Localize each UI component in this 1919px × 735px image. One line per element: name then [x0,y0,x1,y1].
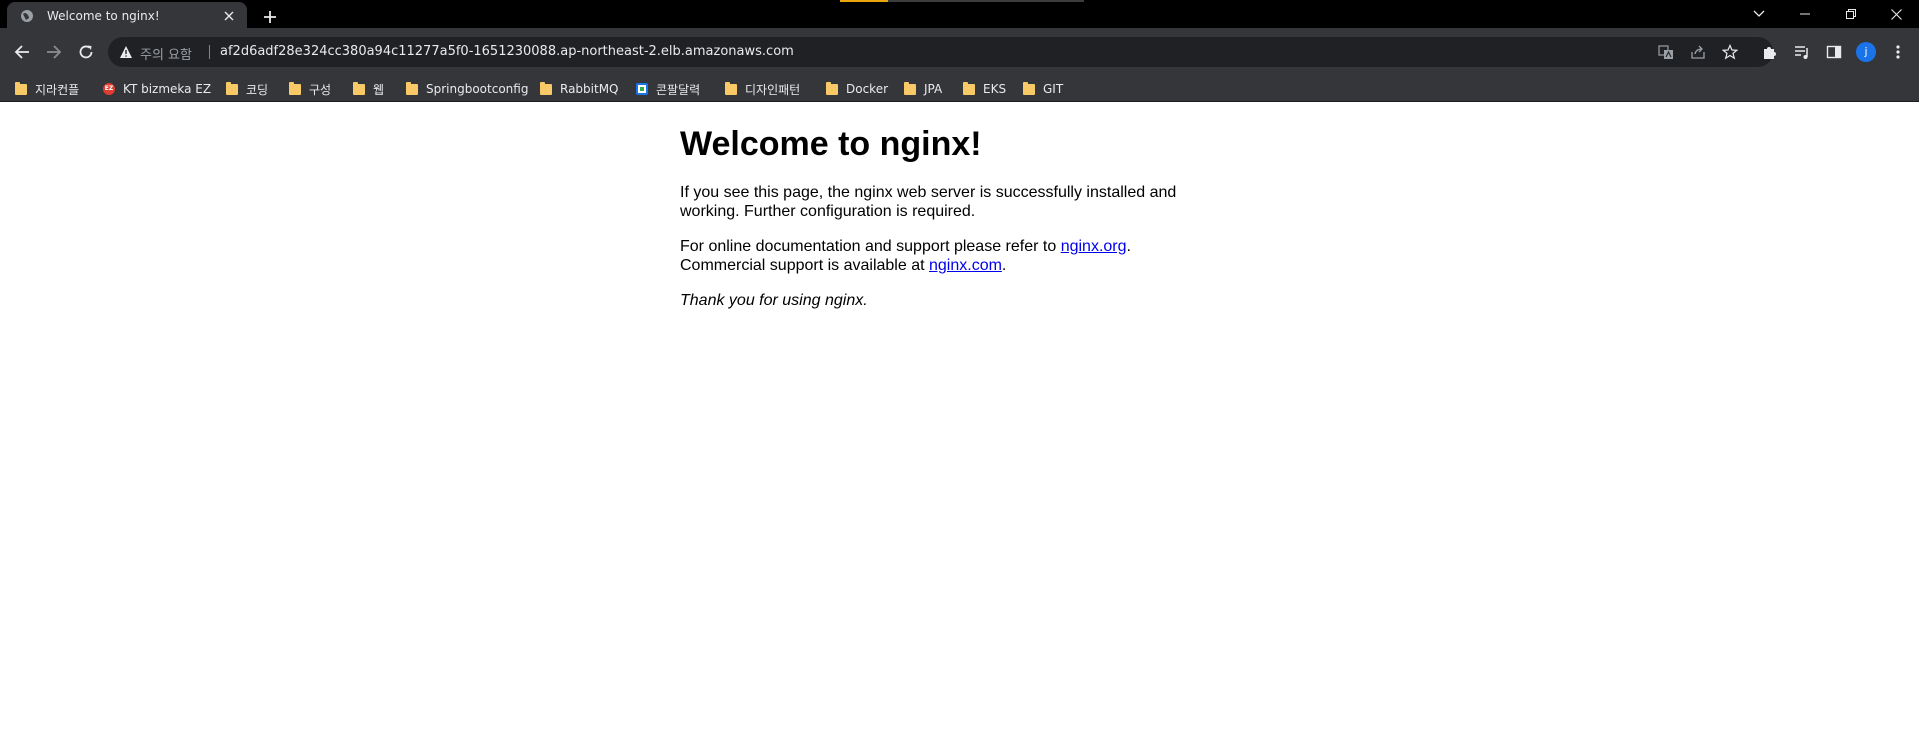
translate-icon[interactable] [1658,44,1674,60]
tab-activity-indicator [840,0,888,2]
folder-icon [540,81,552,95]
folder-icon [15,81,27,95]
bookmark-item[interactable]: EZ KT bizmeka EZ [103,80,211,98]
tab-active[interactable]: Welcome to nginx! [7,2,247,30]
bookmarks-bar: 지라컨플 EZ KT bizmeka EZ 코딩 구성 웹 Springboot… [0,76,1919,102]
bookmark-item[interactable]: Docker [826,80,888,98]
nginx-com-link[interactable]: nginx.com [929,257,1002,274]
bookmark-item[interactable]: EKS [963,80,1006,98]
bookmark-item[interactable]: 구성 [289,80,331,98]
bookmark-item[interactable]: 디자인패턴 [725,80,800,98]
support-paragraph: For online documentation and support ple… [680,237,1230,275]
nginx-org-link[interactable]: nginx.org [1061,238,1127,255]
restore-window-icon[interactable] [1828,0,1874,28]
page-heading: Welcome to nginx! [680,125,982,163]
bookmark-item[interactable]: 웹 [353,80,384,98]
bookmark-label: JPA [924,82,943,96]
bookmark-item[interactable]: 코딩 [226,80,268,98]
omnibox-divider [209,45,210,59]
intro-paragraph: If you see this page, the nginx web serv… [680,184,1177,220]
bookmark-label: RabbitMQ [560,82,619,96]
profile-avatar[interactable]: j [1856,42,1876,62]
tab-activity-track [888,0,1084,2]
folder-icon [725,81,737,95]
url-text[interactable]: af2d6adf28e324cc380a94c11277a5f0-1651230… [220,44,794,59]
folder-icon [353,81,365,95]
folder-icon [1023,81,1035,95]
globe-icon [19,8,35,24]
support-text: For online documentation and support ple… [680,238,1061,255]
bookmark-label: Docker [846,82,889,96]
bookmark-item[interactable]: Springbootconfig [406,80,528,98]
tab-strip: Welcome to nginx! [0,0,1919,30]
browser-toolbar: 주의 요함 af2d6adf28e324cc380a94c11277a5f0-1… [0,28,1919,76]
reload-icon[interactable] [74,40,98,64]
bookmark-item[interactable]: JPA [904,80,942,98]
bookmark-star-icon[interactable] [1722,44,1738,60]
bookmark-label: 웹 [373,82,385,97]
folder-icon [963,81,975,95]
more-menu-icon[interactable] [1886,40,1910,64]
bookmark-label: 지라컨플 [35,82,80,97]
bookmark-label: KT bizmeka EZ [123,82,212,96]
ez-icon: EZ [103,83,115,95]
security-status[interactable]: 주의 요함 [140,44,192,63]
minimize-window-icon[interactable] [1782,0,1828,28]
warning-icon[interactable] [119,45,133,59]
support-punct: . [1126,238,1131,255]
folder-icon [289,81,301,95]
extensions-puzzle-icon[interactable] [1758,40,1782,64]
back-arrow-icon[interactable] [10,40,34,64]
thanks-text: Thank you for using nginx. [680,292,868,309]
folder-icon [226,81,238,95]
bookmark-label: 콘팔달력 [656,82,701,97]
commercial-text: Commercial support is available at [680,257,929,274]
share-icon[interactable] [1690,44,1706,60]
bookmark-label: EKS [983,82,1007,96]
bookmark-item[interactable]: RabbitMQ [540,80,619,98]
tab-title: Welcome to nginx! [47,9,160,23]
tab-search-icon[interactable] [1736,0,1782,28]
folder-icon [406,81,418,95]
bookmark-label: 디자인패턴 [745,82,801,97]
page-content: Welcome to nginx! If you see this page, … [680,102,1230,326]
bookmark-item[interactable]: 콘팔달력 [636,80,700,98]
close-window-icon[interactable] [1873,0,1919,28]
bookmark-label: 구성 [309,82,332,97]
forward-arrow-icon[interactable] [42,40,66,64]
calendar-icon [636,83,648,95]
commercial-punct: . [1001,257,1007,274]
folder-icon [904,81,916,95]
bookmark-item[interactable]: 지라컨플 [15,80,79,98]
bookmark-label: Springbootconfig [426,82,529,96]
folder-icon [826,81,838,95]
bookmark-label: 코딩 [246,82,269,97]
address-bar[interactable]: 주의 요함 af2d6adf28e324cc380a94c11277a5f0-1… [108,37,1773,67]
side-panel-icon[interactable] [1822,40,1846,64]
close-tab-icon[interactable] [221,8,237,24]
thanks-paragraph: Thank you for using nginx. [680,291,1230,310]
new-tab-button[interactable] [259,6,281,28]
bookmark-item[interactable]: GIT [1023,80,1063,98]
reading-list-icon[interactable] [1790,40,1814,64]
bookmark-label: GIT [1043,82,1064,96]
